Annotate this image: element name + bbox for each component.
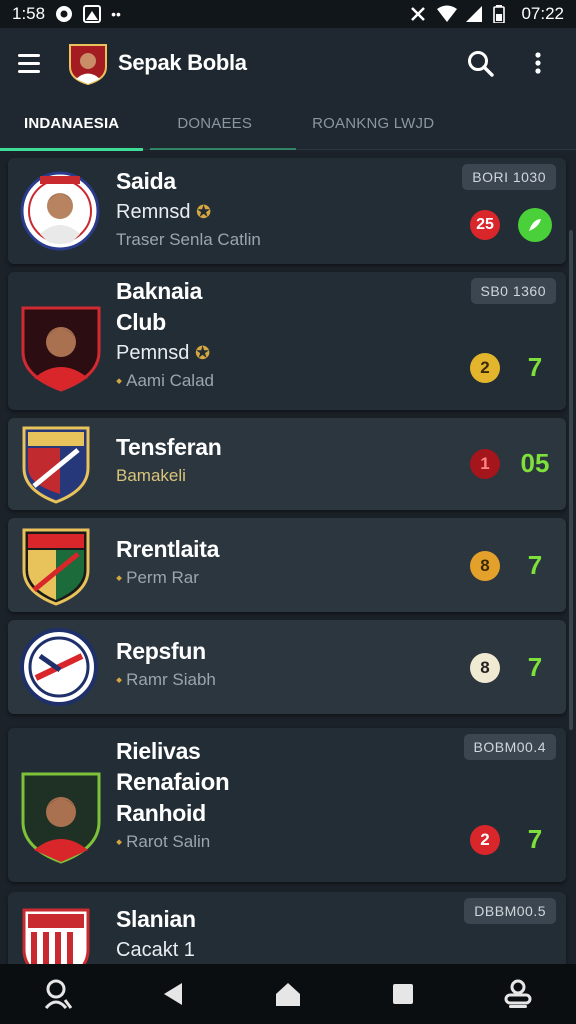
location-icon: ⬩ xyxy=(116,371,123,390)
team-name: Rrentlaita xyxy=(116,536,220,562)
score-group: 25 xyxy=(470,208,552,242)
rank-dot: 2 xyxy=(470,352,500,383)
nav-home-icon[interactable] xyxy=(264,970,312,1018)
club-crest xyxy=(20,906,92,964)
nav-recents-icon[interactable] xyxy=(379,970,427,1018)
tab-roankng-lwjd[interactable]: ROANKNG LWJD xyxy=(288,98,458,150)
match-id-badge: SB0 1360 xyxy=(470,278,556,304)
team-meta: Traser Senla Catlin xyxy=(116,230,261,249)
team-name: Baknaia xyxy=(116,278,203,304)
location-icon: ⬩ xyxy=(116,670,123,689)
team-name: Tensferan xyxy=(116,434,222,460)
points-value: 7 xyxy=(527,652,543,682)
award-icon: ✪ xyxy=(194,343,211,363)
search-icon[interactable] xyxy=(460,43,500,83)
app-title: Sepak Bobla xyxy=(118,50,247,75)
more-notifications-icon: •• xyxy=(111,6,121,22)
player-photo-crest xyxy=(20,168,100,259)
rank-dot: 8 xyxy=(470,652,500,683)
points-value: 7 xyxy=(527,824,543,854)
team-name: Saida xyxy=(116,168,176,194)
match-id-badge: BORI 1030 xyxy=(462,164,556,190)
overflow-menu-icon[interactable] xyxy=(518,43,558,83)
team-meta: ⬩ Rarot Salin xyxy=(116,832,211,851)
points-value: 7 xyxy=(527,550,543,580)
list-item[interactable]: Repsfun ⬩ Ramr Siabh 8 7 xyxy=(8,620,566,714)
rank-dot: 25 xyxy=(470,210,500,240)
rank-dot: 2 xyxy=(470,824,500,855)
team-subtitle: Pemnsd ✪ xyxy=(116,342,211,364)
app-bar: Sepak Bobla xyxy=(0,28,576,98)
team-meta: ⬩ Perm Rar xyxy=(116,568,199,587)
score-group: 8 7 xyxy=(470,652,552,683)
player-photo-crest xyxy=(20,302,102,397)
rank-dot: 8 xyxy=(470,550,500,581)
team-subtitle: Remnsd ✪ xyxy=(116,201,212,223)
list-item[interactable]: Baknaia Club Pemnsd ✪ ⬩ Aami Calad SB0 13… xyxy=(8,272,566,410)
club-crest xyxy=(20,626,98,713)
battery-icon xyxy=(493,5,511,24)
score-group: 8 7 xyxy=(470,550,552,581)
tab-donaees[interactable]: DONAEES xyxy=(153,98,276,150)
signal-icon xyxy=(465,5,483,23)
club-crest xyxy=(20,424,92,509)
match-id-badge: DBBM00.5 xyxy=(464,898,556,924)
club-crest xyxy=(20,526,92,611)
points-value: 7 xyxy=(527,352,543,382)
app-logo xyxy=(68,41,108,86)
score-group: 2 7 xyxy=(470,824,552,855)
team-name: Repsfun xyxy=(116,638,206,664)
system-nav-bar xyxy=(0,964,576,1024)
dnd-icon xyxy=(409,5,427,23)
award-icon: ✪ xyxy=(196,202,212,222)
player-photo-crest xyxy=(20,768,102,869)
location-icon: ⬩ xyxy=(116,832,123,851)
list-item[interactable]: Tensferan Bamakeli 1 05 xyxy=(8,418,566,510)
nav-back-icon[interactable] xyxy=(149,970,197,1018)
list-item[interactable]: Rielivas Renafaion Ranhoid ⬩ Rarot Salin … xyxy=(8,728,566,882)
scrollbar[interactable] xyxy=(569,230,573,730)
tab-bar: INDANAESIA DONAEES ROANKNG LWJD xyxy=(0,98,576,151)
notification-icon xyxy=(55,5,73,23)
team-subtitle: Cacakt 1 xyxy=(116,939,195,961)
team-meta: ⬩ Ramr Siabh xyxy=(116,670,216,689)
team-name: Slanian xyxy=(116,906,196,932)
team-name-line-2: Renafaion xyxy=(116,769,230,796)
tab-underline xyxy=(150,148,296,150)
team-name-line-3: Ranhoid xyxy=(116,800,206,826)
points-value: 05 xyxy=(520,448,550,478)
team-name-line-2: Club xyxy=(116,309,166,335)
rank-dot: 1 xyxy=(470,448,500,479)
wifi-icon xyxy=(437,5,458,23)
list-item[interactable]: Rrentlaita ⬩ Perm Rar 8 7 xyxy=(8,518,566,612)
points-circle xyxy=(518,208,552,242)
location-icon: ⬩ xyxy=(116,568,123,587)
match-id-badge: BOBM00.4 xyxy=(463,734,556,760)
score-group: 2 7 xyxy=(470,352,552,383)
team-list: Saida Remnsd ✪ Traser Senla Catlin BORI … xyxy=(0,152,576,964)
status-time-right: 07:22 xyxy=(521,4,564,23)
team-meta: Bamakeli xyxy=(116,466,186,485)
menu-icon[interactable] xyxy=(18,48,48,78)
team-meta: ⬩ Aami Calad xyxy=(116,371,214,390)
tab-indanaesia[interactable]: INDANAESIA xyxy=(0,98,144,151)
status-bar: 1:58 •• 07:22 xyxy=(0,0,576,28)
list-item[interactable]: Saida Remnsd ✪ Traser Senla Catlin BORI … xyxy=(8,158,566,264)
status-time-left: 1:58 xyxy=(12,4,46,23)
team-name: Rielivas xyxy=(116,738,201,764)
nav-assistant-icon[interactable] xyxy=(494,970,542,1018)
nav-user-icon[interactable] xyxy=(34,970,82,1018)
list-item[interactable]: Slanian Cacakt 1 DBBM00.5 xyxy=(8,892,566,964)
score-group: 1 05 xyxy=(470,448,552,479)
gallery-icon xyxy=(83,5,102,23)
